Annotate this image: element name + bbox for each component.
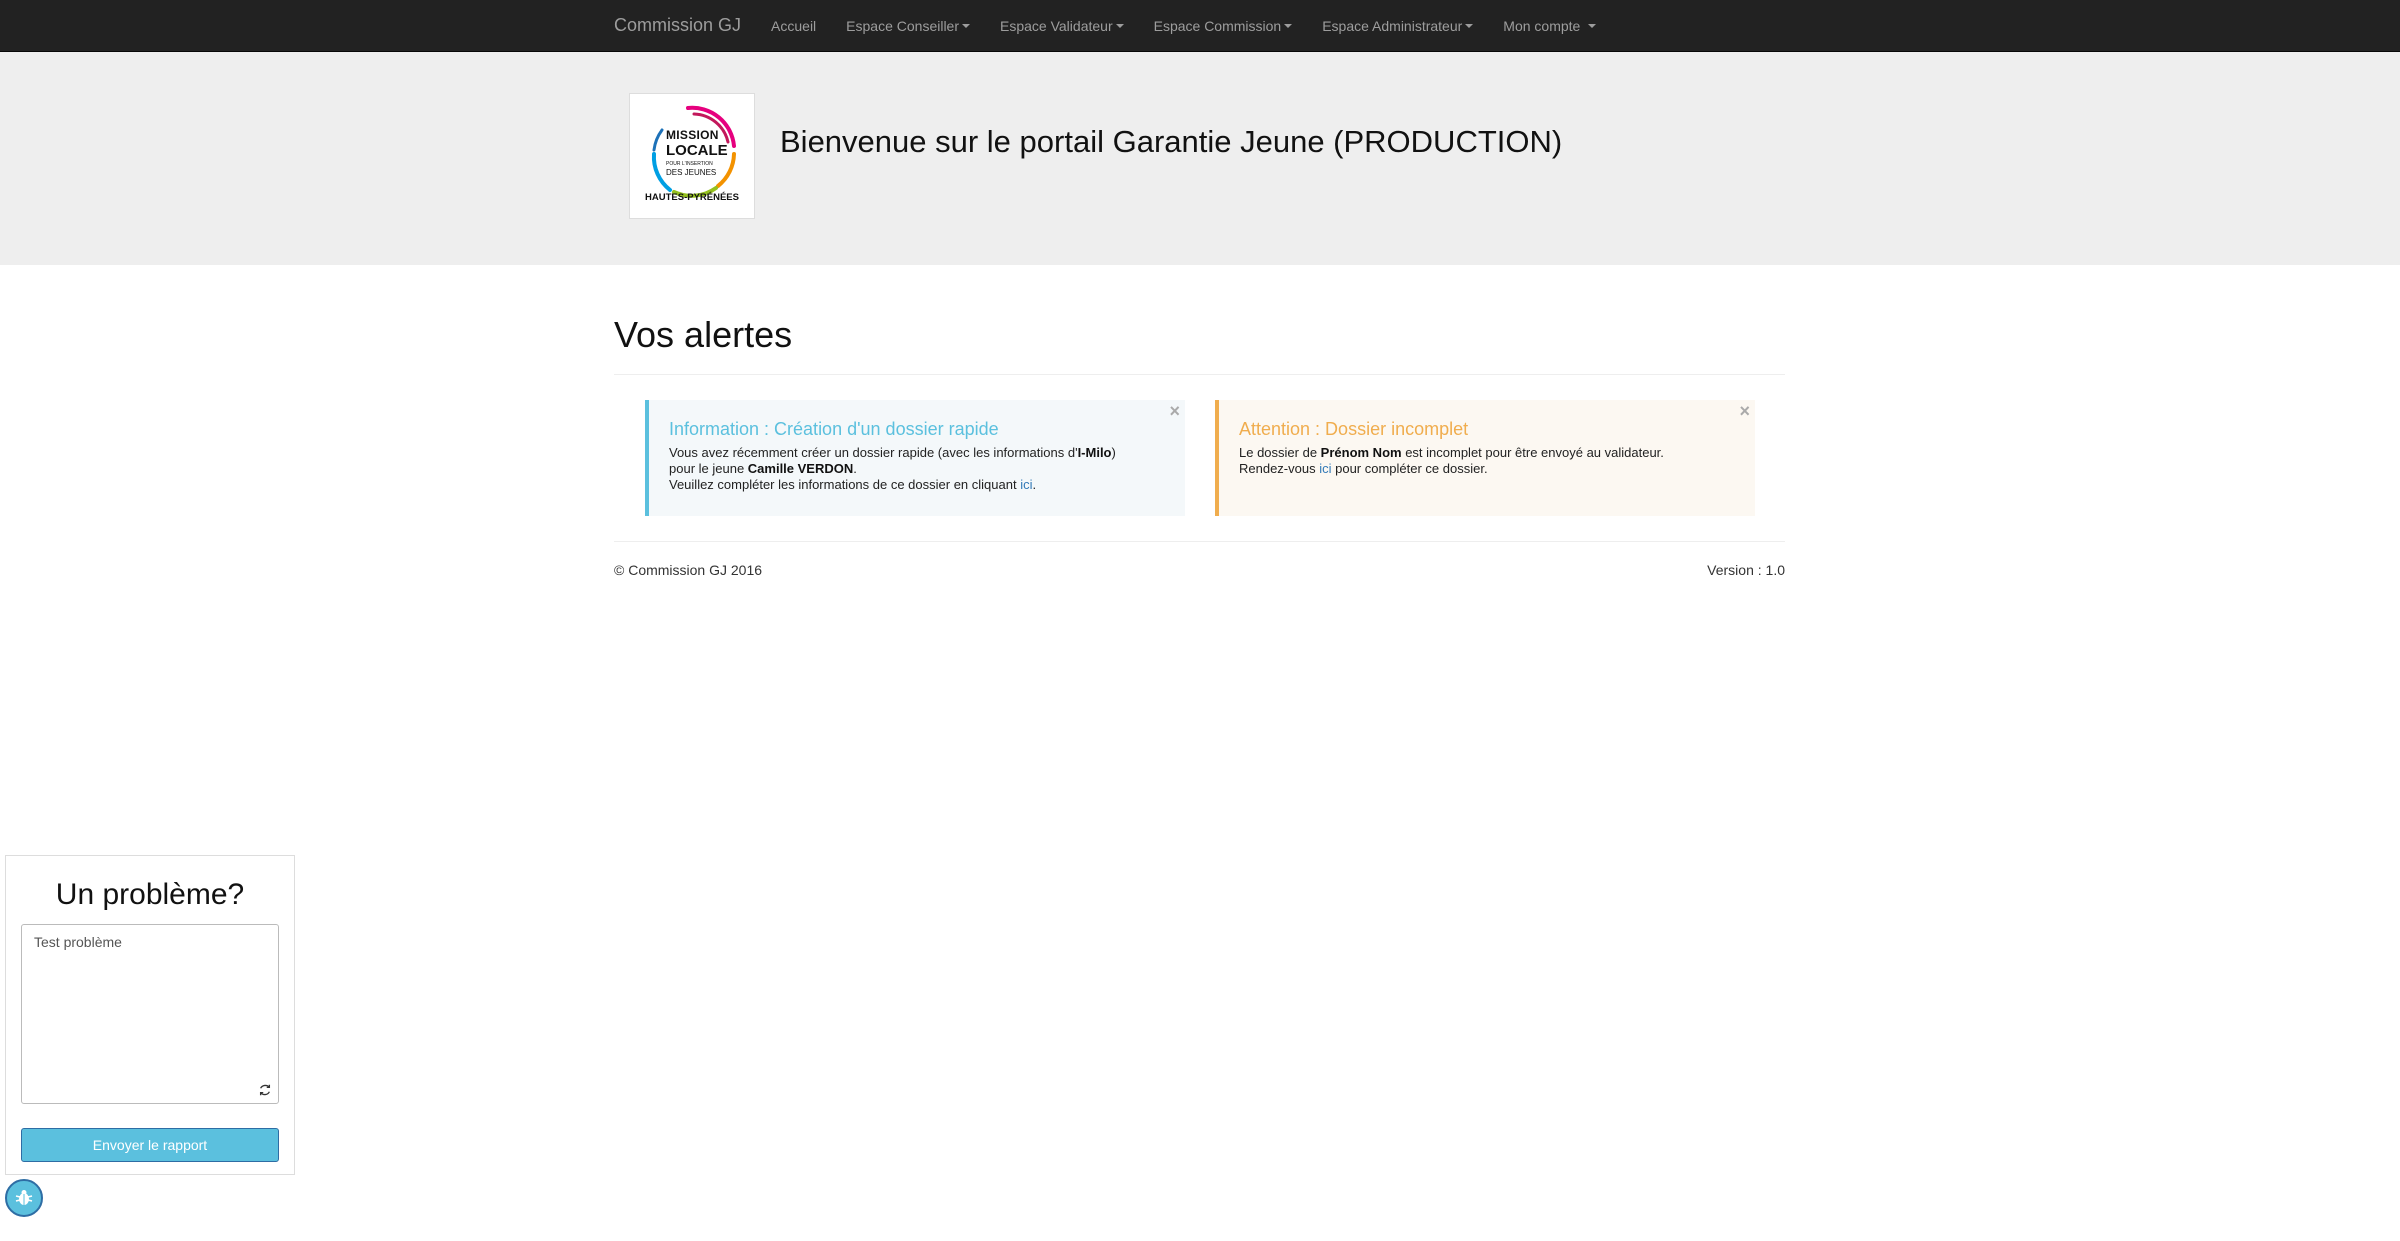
close-icon[interactable]: × [1739, 402, 1750, 420]
nav-espace-conseiller[interactable]: Espace Conseiller [846, 17, 971, 34]
welcome-banner: MISSION LOCALE POUR L'INSERTION DES JEUN… [0, 52, 2400, 265]
alert-body: Vous avez récemment créer un dossier rap… [669, 445, 1116, 493]
alert-warning: × Attention : Dossier incomplet Le dossi… [1215, 400, 1755, 516]
alert-text: est incomplet pour être envoyé au valida… [1401, 445, 1664, 460]
alert-line: Vous avez récemment créer un dossier rap… [669, 445, 1116, 461]
page-title: Bienvenue sur le portail Garantie Jeune … [780, 124, 1563, 159]
alert-text: pour le jeune [669, 461, 748, 476]
alert-title: Information : Création d'un dossier rapi… [669, 419, 999, 439]
nav-espace-administrateur-label: Espace Administrateur [1322, 17, 1463, 34]
alert-text: Vous avez récemment créer un dossier rap… [669, 445, 1078, 460]
section-title: Vos alertes [614, 314, 793, 355]
alert-text: ) [1111, 445, 1116, 460]
bug-glyph [15, 1190, 33, 1205]
nav-espace-administrateur[interactable]: Espace Administrateur [1322, 17, 1474, 34]
logo-text-jeunes: DES JEUNES [666, 168, 717, 177]
nav-mon-compte-label: Mon compte [1503, 17, 1581, 34]
alert-line: Rendez-vous ici pour compléter ce dossie… [1239, 461, 1664, 477]
alert-text: Rendez-vous [1239, 461, 1320, 476]
nav-espace-conseiller-label: Espace Conseiller [846, 17, 960, 34]
alert-bold-text: Prénom Nom [1320, 445, 1402, 460]
logo-text-locale: LOCALE [666, 142, 728, 159]
footer-divider [614, 541, 1785, 542]
alert-info: × Information : Création d'un dossier ra… [645, 400, 1185, 516]
close-icon[interactable]: × [1169, 402, 1180, 420]
bug-icon[interactable] [5, 1179, 43, 1217]
feedback-textarea-value: Test problème [34, 934, 122, 950]
caret-down-icon [1465, 23, 1474, 28]
alert-bold-text: Camille VERDON [747, 461, 854, 476]
alert-text: pour compléter ce dossier. [1331, 461, 1488, 476]
alert-body: Le dossier de Prénom Nom est incomplet p… [1239, 445, 1664, 477]
send-report-button[interactable]: Envoyer le rapport [21, 1128, 279, 1162]
feedback-textarea[interactable]: Test problème [21, 924, 279, 1104]
caret-down-icon [962, 23, 971, 28]
alert-link-ici[interactable]: ici [1020, 477, 1032, 492]
alert-line: pour le jeune Camille VERDON. [669, 461, 1116, 477]
nav-espace-validateur-label: Espace Validateur [1000, 17, 1113, 34]
footer-version: Version : 1.0 [1707, 562, 1785, 578]
nav-espace-validateur[interactable]: Espace Validateur [1000, 18, 1124, 34]
alert-link-ici[interactable]: ici [1319, 461, 1331, 476]
alert-line: Le dossier de Prénom Nom est incomplet p… [1239, 445, 1664, 461]
nav-espace-commission-label: Espace Commission [1153, 17, 1282, 34]
logo-text-insertion: POUR L'INSERTION [666, 161, 713, 167]
feedback-panel: Un problème? Test problème Envoyer le ra… [5, 855, 295, 1175]
divider [614, 374, 1785, 375]
logo-text-region: HAUTES-PYRÉNÉES [645, 192, 739, 203]
footer-copyright: © Commission GJ 2016 [614, 562, 763, 578]
nav-mon-compte[interactable]: Mon compte [1503, 17, 1597, 34]
alert-title: Attention : Dossier incomplet [1239, 419, 1469, 439]
caret-down-icon [1115, 23, 1124, 28]
caret-down-icon [1284, 23, 1293, 28]
mission-locale-logo: MISSION LOCALE POUR L'INSERTION DES JEUN… [629, 93, 755, 219]
caret-down-icon [1588, 23, 1597, 28]
nav-accueil-label: Accueil [771, 17, 817, 34]
feedback-title: Un problème? [55, 878, 245, 911]
alert-text: Le dossier de [1239, 445, 1321, 460]
alert-text: . [1032, 477, 1037, 492]
alert-line: Veuillez compléter les informations de c… [669, 477, 1116, 493]
navbar-items: Commission GJ Accueil Espace Conseiller … [614, 0, 1626, 51]
alert-text: . [853, 461, 857, 476]
refresh-icon[interactable] [258, 1083, 272, 1097]
top-navbar: Commission GJ Accueil Espace Conseiller … [0, 0, 2400, 52]
nav-accueil[interactable]: Accueil [771, 18, 816, 34]
alert-text: Veuillez compléter les informations de c… [669, 477, 1021, 492]
logo-text-mission: MISSION [666, 128, 719, 142]
navbar-brand[interactable]: Commission GJ [614, 15, 741, 36]
alert-bold-text: I-Milo [1077, 445, 1112, 460]
nav-espace-commission[interactable]: Espace Commission [1154, 18, 1293, 34]
